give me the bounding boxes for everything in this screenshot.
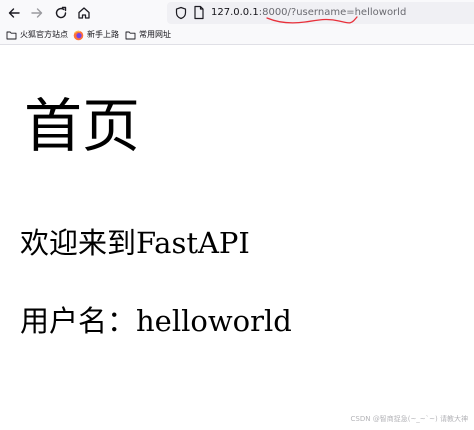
page-heading: 首页 xyxy=(24,92,141,160)
bookmark-common-sites[interactable]: 常用网址 xyxy=(125,28,171,42)
shield-icon xyxy=(175,6,187,20)
browser-toolbar: 127.0.0.1:8000/?username=helloworld xyxy=(0,0,474,26)
arrow-right-icon xyxy=(31,8,43,18)
folder-icon xyxy=(6,31,17,40)
folder-icon xyxy=(125,31,136,40)
username-text: 用户名：helloworld xyxy=(20,304,292,338)
home-button[interactable] xyxy=(74,3,94,23)
arrow-left-icon xyxy=(8,8,20,18)
url-host: 127.0.0.1 xyxy=(211,7,259,18)
firefox-icon xyxy=(73,30,84,40)
bookmark-firefox-official[interactable]: 火狐官方站点 xyxy=(6,28,68,42)
csdn-watermark: CSDN @智商捉急(~_~`~) 请教大神 xyxy=(350,415,468,423)
red-underline-annotation xyxy=(266,16,358,24)
bookmark-label: 新手上路 xyxy=(87,30,119,39)
page-content: 首页 欢迎来到FastAPI 用户名：helloworld CSDN @智商捉急… xyxy=(0,45,474,430)
bookmark-label: 火狐官方站点 xyxy=(20,30,68,39)
welcome-text: 欢迎来到FastAPI xyxy=(20,226,250,260)
bookmark-label: 常用网址 xyxy=(139,30,171,39)
reload-icon xyxy=(55,6,67,19)
bookmarks-toolbar: 火狐官方站点 新手上路 常用网址 xyxy=(0,26,474,45)
bookmark-getting-started[interactable]: 新手上路 xyxy=(73,28,119,42)
back-button[interactable] xyxy=(4,3,24,23)
reload-button[interactable] xyxy=(51,3,71,23)
forward-button[interactable] xyxy=(27,3,47,23)
page-icon xyxy=(194,5,204,20)
browser-window: 127.0.0.1:8000/?username=helloworld 火狐官方… xyxy=(0,0,474,430)
home-icon xyxy=(78,7,90,19)
